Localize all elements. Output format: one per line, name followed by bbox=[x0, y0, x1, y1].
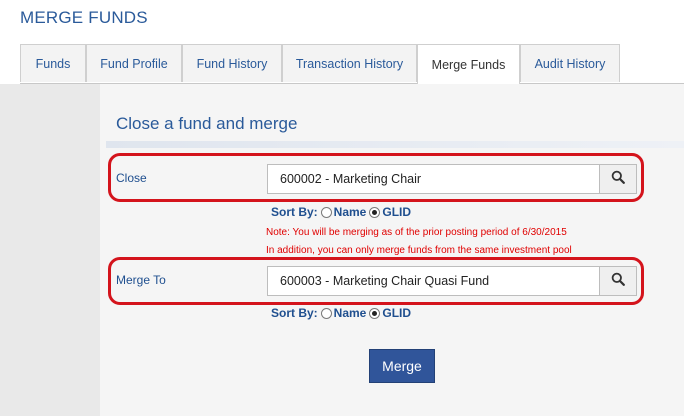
merge-to-sort-name-label[interactable]: Name bbox=[334, 306, 367, 320]
tab-fund-history[interactable]: Fund History bbox=[182, 44, 282, 82]
section-title: Close a fund and merge bbox=[116, 114, 298, 133]
note-investment-pool: In addition, you can only merge funds fr… bbox=[266, 245, 572, 256]
merge-to-sort-by: Sort By: Name GLID bbox=[271, 305, 411, 321]
merge-to-label: Merge To bbox=[116, 273, 166, 287]
section-divider bbox=[106, 141, 684, 148]
close-sort-name-radio[interactable] bbox=[320, 206, 332, 218]
merge-to-sort-glid-label[interactable]: GLID bbox=[382, 306, 411, 320]
merge-to-sort-glid-radio[interactable] bbox=[369, 307, 381, 319]
tab-bar: Funds Fund Profile Fund History Transact… bbox=[20, 44, 684, 84]
close-sort-label: Sort By: bbox=[271, 205, 318, 219]
close-sort-glid-label[interactable]: GLID bbox=[382, 205, 411, 219]
tab-funds[interactable]: Funds bbox=[20, 44, 86, 82]
merge-to-search-button[interactable] bbox=[599, 266, 637, 296]
close-sort-glid-radio[interactable] bbox=[369, 206, 381, 218]
close-sort-name-label[interactable]: Name bbox=[334, 205, 367, 219]
close-fund-input[interactable] bbox=[267, 164, 600, 194]
merge-button[interactable]: Merge bbox=[369, 349, 435, 383]
search-icon bbox=[611, 272, 625, 291]
note-posting-period: Note: You will be merging as of the prio… bbox=[266, 227, 567, 238]
merge-to-sort-label: Sort By: bbox=[271, 306, 318, 320]
tab-fund-profile[interactable]: Fund Profile bbox=[86, 44, 182, 82]
tab-audit-history[interactable]: Audit History bbox=[520, 44, 620, 82]
tab-transaction-history[interactable]: Transaction History bbox=[282, 44, 417, 82]
page-title: MERGE FUNDS bbox=[20, 8, 148, 27]
merge-to-fund-input[interactable] bbox=[267, 266, 600, 296]
merge-to-sort-name-radio[interactable] bbox=[320, 307, 332, 319]
close-label: Close bbox=[116, 171, 147, 185]
search-icon bbox=[611, 170, 625, 189]
close-sort-by: Sort By: Name GLID bbox=[271, 204, 411, 220]
tab-merge-funds[interactable]: Merge Funds bbox=[417, 44, 520, 84]
close-search-button[interactable] bbox=[599, 164, 637, 194]
